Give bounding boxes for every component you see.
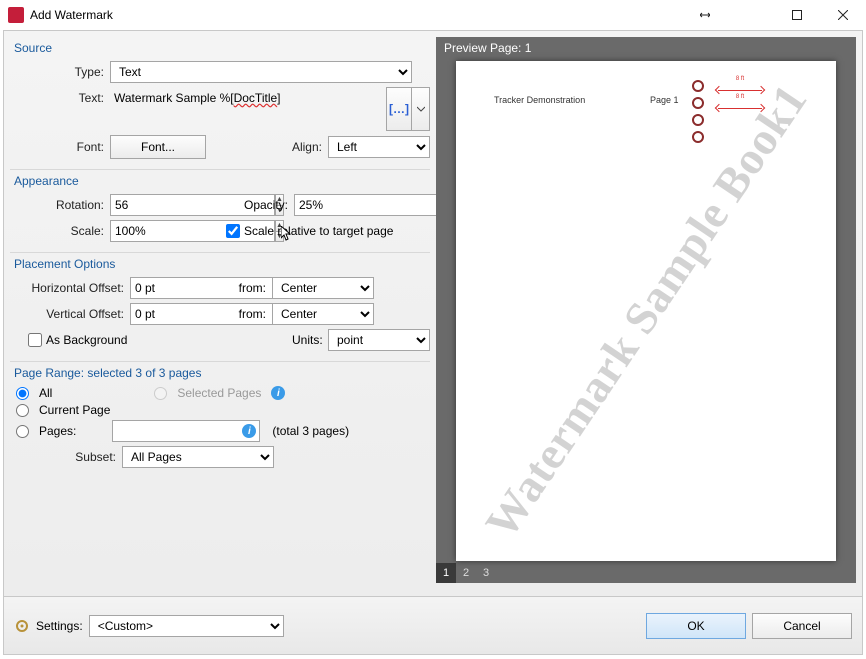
window-title: Add Watermark: [30, 8, 113, 22]
opacity-spinner[interactable]: ▲▼: [294, 194, 396, 216]
text-token: DocTitle: [234, 91, 278, 105]
type-select[interactable]: Text: [110, 61, 412, 83]
settings-select[interactable]: <Custom>: [89, 615, 284, 637]
preview-panel: Preview Page: 1 Tracker Demonstration Pa…: [436, 37, 856, 583]
text-label: Text:: [10, 87, 110, 105]
opacity-input[interactable]: [294, 194, 459, 216]
pagerange-heading: Page Range: selected 3 of 3 pages: [14, 366, 430, 380]
source-heading: Source: [14, 41, 430, 55]
titlebar: Add Watermark: [0, 0, 866, 30]
preview-watermark: Watermark Sample Book1: [474, 74, 817, 547]
scale-spinner[interactable]: ▲▼: [110, 220, 212, 242]
placement-heading: Placement Options: [14, 257, 430, 271]
gear-icon: [14, 618, 30, 634]
as-background-label: As Background: [46, 333, 127, 347]
maximize-button[interactable]: [774, 0, 820, 30]
opacity-label: Opacity:: [212, 198, 294, 212]
type-label: Type:: [10, 65, 110, 79]
hoff-spinner[interactable]: ▲▼: [130, 277, 212, 299]
preview-body: Tracker Demonstration Page 1 8 ft 8 ft W…: [436, 59, 856, 563]
voff-label: Vertical Offset:: [10, 307, 130, 321]
text-suffix: ]: [277, 91, 280, 105]
settings-label: Settings:: [36, 619, 83, 633]
scale-relative-label: Scale relative to target page: [244, 224, 393, 238]
preview-doc-title: Tracker Demonstration: [494, 95, 585, 105]
selected-pages-radio[interactable]: [154, 387, 167, 400]
app-icon: [8, 7, 24, 23]
as-background-checkbox[interactable]: [28, 333, 42, 347]
align-label: Align:: [288, 140, 328, 154]
pages-input[interactable]: [112, 420, 260, 442]
from-v-label: from:: [236, 307, 272, 321]
scale-relative-checkbox[interactable]: [226, 224, 240, 238]
all-pages-radio[interactable]: [16, 387, 29, 400]
chevron-down-icon: [417, 105, 425, 113]
current-page-radio[interactable]: [16, 404, 29, 417]
pages-label: Pages:: [39, 424, 76, 438]
font-label: Font:: [10, 140, 110, 154]
font-button[interactable]: Font...: [110, 135, 206, 159]
info-icon[interactable]: i: [271, 386, 285, 400]
insert-token-dropdown[interactable]: [412, 87, 430, 131]
restore-width-button[interactable]: [682, 0, 728, 30]
page-tab-1[interactable]: 1: [436, 563, 456, 583]
subset-select[interactable]: All Pages: [122, 446, 274, 468]
from-h-label: from:: [236, 281, 272, 295]
all-pages-label: All: [39, 386, 52, 400]
selected-pages-label: Selected Pages: [177, 386, 261, 400]
page-tab-2[interactable]: 2: [456, 563, 476, 583]
preview-page: Tracker Demonstration Page 1 8 ft 8 ft W…: [456, 61, 836, 561]
subset-label: Subset:: [10, 450, 122, 464]
options-panel: Source Type: Text Text: Watermark Sample…: [10, 37, 430, 583]
units-label: Units:: [292, 333, 328, 347]
dialog-client: Source Type: Text Text: Watermark Sample…: [3, 30, 863, 655]
text-prefix: Watermark Sample %[: [114, 91, 234, 105]
current-page-label: Current Page: [39, 403, 110, 417]
align-select[interactable]: Left: [328, 136, 430, 158]
pages-radio[interactable]: [16, 425, 29, 438]
rotation-spinner[interactable]: ▲▼: [110, 194, 212, 216]
ok-button[interactable]: OK: [646, 613, 746, 639]
preview-page-number: Page 1: [650, 95, 679, 105]
cancel-button[interactable]: Cancel: [752, 613, 852, 639]
insert-token-button[interactable]: […]: [386, 87, 412, 131]
appearance-heading: Appearance: [14, 174, 430, 188]
page-tab-3[interactable]: 3: [476, 563, 496, 583]
from-v-select[interactable]: Center: [272, 303, 374, 325]
from-h-select[interactable]: Center: [272, 277, 374, 299]
voff-spinner[interactable]: ▲▼: [130, 303, 212, 325]
dialog-footer: Settings: <Custom> OK Cancel: [4, 596, 862, 654]
preview-page-tabs: 1 2 3: [436, 563, 856, 583]
scale-label: Scale:: [10, 224, 110, 238]
preview-radio-marks: [692, 75, 704, 148]
watermark-text-input[interactable]: Watermark Sample %[DocTitle]: [110, 87, 382, 131]
preview-header: Preview Page: 1: [436, 37, 856, 59]
total-pages-text: (total 3 pages): [272, 424, 349, 438]
hoff-label: Horizontal Offset:: [10, 281, 130, 295]
units-select[interactable]: point: [328, 329, 430, 351]
rotation-label: Rotation:: [10, 198, 110, 212]
close-button[interactable]: [820, 0, 866, 30]
